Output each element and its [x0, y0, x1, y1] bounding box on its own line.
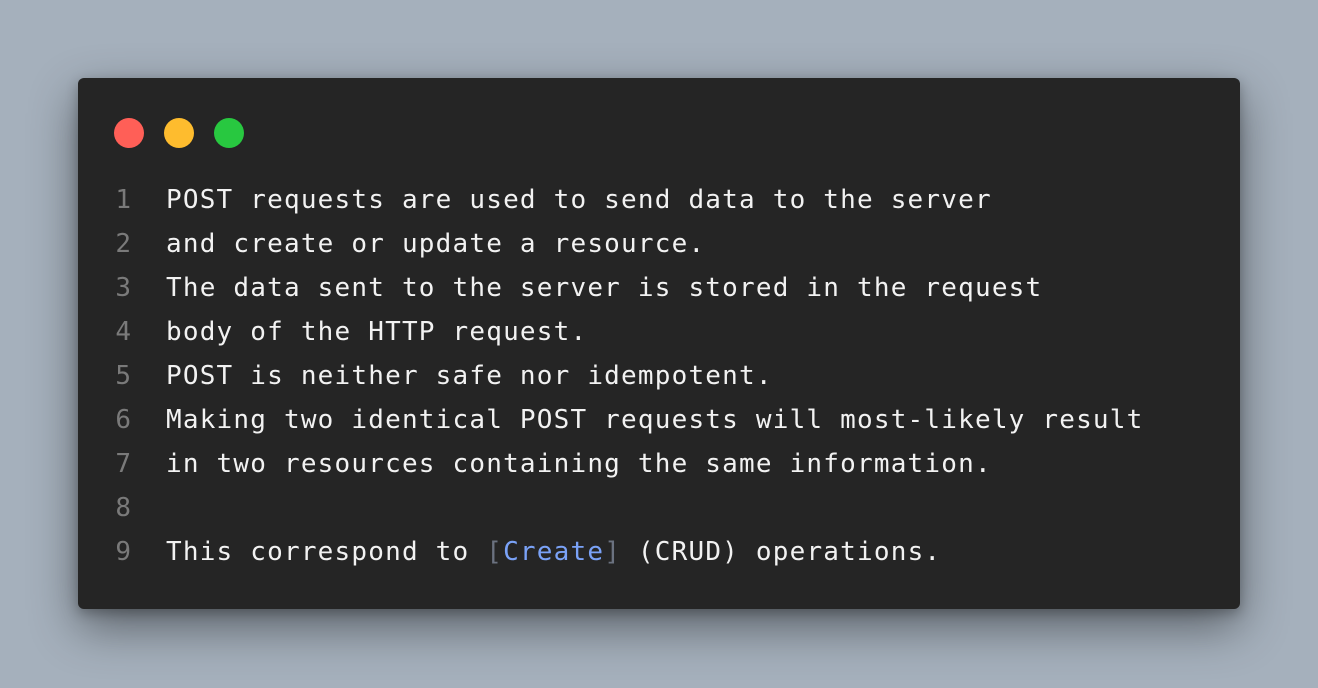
code-block: 1 POST requests are used to send data to…: [78, 178, 1240, 574]
line-prefix: This correspond to: [166, 537, 487, 567]
zoom-dot-icon[interactable]: [214, 118, 244, 148]
create-link[interactable]: Create: [503, 537, 604, 567]
line-text: The data sent to the server is stored in…: [166, 273, 1043, 303]
line-number: 5: [115, 361, 131, 391]
line-number: 2: [115, 229, 131, 259]
code-line: 7 in two resources containing the same i…: [78, 442, 1240, 486]
code-line: 5 POST is neither safe nor idempotent.: [78, 354, 1240, 398]
close-bracket: ]: [604, 537, 622, 567]
window-controls: [114, 118, 244, 148]
close-dot-icon[interactable]: [114, 118, 144, 148]
line-text: POST is neither safe nor idempotent.: [166, 361, 773, 391]
code-window: 1 POST requests are used to send data to…: [78, 78, 1240, 609]
line-text: Making two identical POST requests will …: [166, 405, 1144, 435]
code-line: 2 and create or update a resource.: [78, 222, 1240, 266]
line-number: 7: [115, 449, 131, 479]
code-line: 4 body of the HTTP request.: [78, 310, 1240, 354]
line-suffix: (CRUD) operations.: [621, 537, 942, 567]
line-text: in two resources containing the same inf…: [166, 449, 992, 479]
code-line: 3 The data sent to the server is stored …: [78, 266, 1240, 310]
minimize-dot-icon[interactable]: [164, 118, 194, 148]
code-line: 6 Making two identical POST requests wil…: [78, 398, 1240, 442]
line-text: and create or update a resource.: [166, 229, 706, 259]
line-text: body of the HTTP request.: [166, 317, 588, 347]
line-number: 6: [115, 405, 131, 435]
code-line: 9 This correspond to [Create] (CRUD) ope…: [78, 530, 1240, 574]
line-text: POST requests are used to send data to t…: [166, 185, 992, 215]
line-text: This correspond to [Create] (CRUD) opera…: [166, 530, 941, 574]
open-bracket: [: [486, 537, 504, 567]
code-line: 8: [78, 486, 1240, 530]
line-number: 4: [115, 317, 131, 347]
line-number: 9: [115, 537, 131, 567]
code-line: 1 POST requests are used to send data to…: [78, 178, 1240, 222]
line-number: 1: [115, 185, 131, 215]
line-number: 3: [115, 273, 131, 303]
line-number: 8: [115, 493, 131, 523]
